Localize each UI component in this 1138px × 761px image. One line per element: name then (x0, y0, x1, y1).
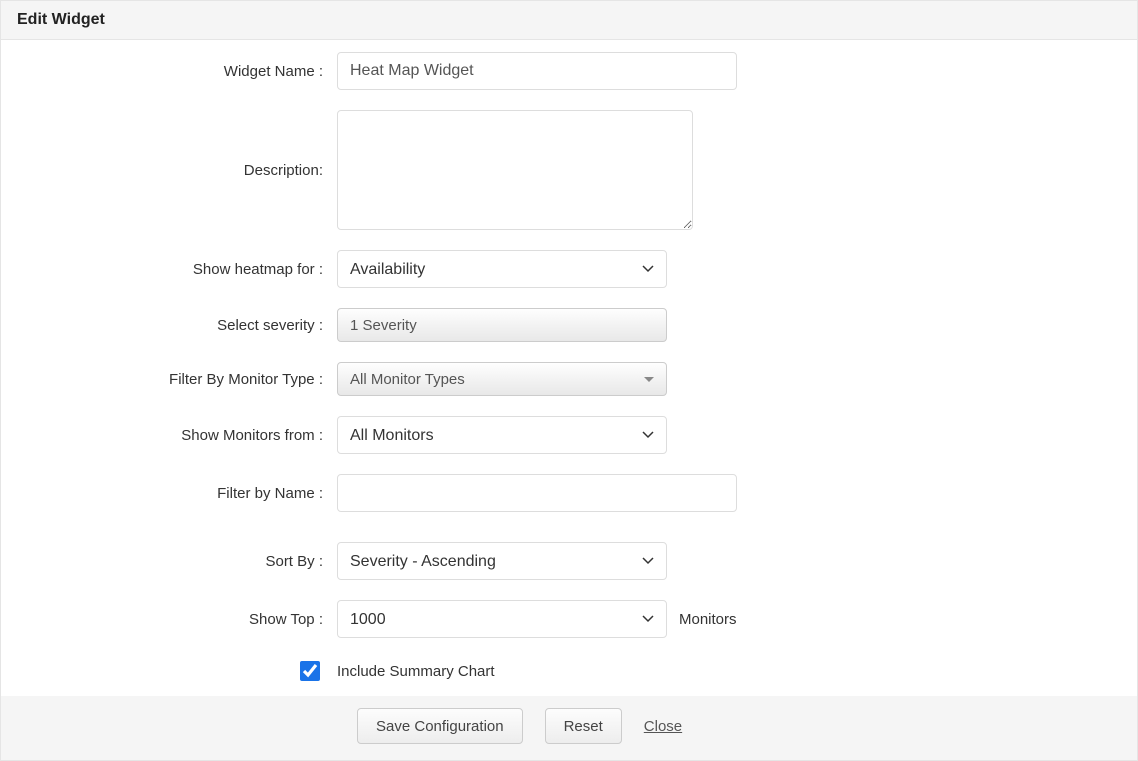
include-summary-chart-checkbox[interactable] (300, 661, 320, 681)
reset-button[interactable]: Reset (545, 708, 622, 744)
edit-widget-panel: Edit Widget Widget Name : Description: S… (0, 0, 1138, 761)
filter-by-name-input[interactable] (337, 474, 737, 512)
save-configuration-button[interactable]: Save Configuration (357, 708, 523, 744)
select-severity-label: Select severity : (17, 317, 337, 334)
select-severity-value: 1 Severity (350, 317, 417, 334)
row-description: Description: (17, 110, 1121, 230)
include-summary-chart-label: Include Summary Chart (337, 663, 495, 680)
sort-by-label: Sort By : (17, 553, 337, 570)
row-filter-by-name: Filter by Name : (17, 474, 1121, 512)
show-monitors-from-select[interactable]: All Monitors (337, 416, 667, 454)
row-show-heatmap-for: Show heatmap for : Availability (17, 250, 1121, 288)
panel-title: Edit Widget (17, 11, 105, 28)
filter-by-monitor-type-value: All Monitor Types (350, 371, 465, 388)
filter-by-name-label: Filter by Name : (17, 485, 337, 502)
sort-by-select[interactable]: Severity - Ascending (337, 542, 667, 580)
row-include-summary-chart: Include Summary Chart (17, 658, 1121, 684)
show-top-label: Show Top : (17, 611, 337, 628)
show-top-suffix: Monitors (679, 611, 737, 628)
filter-by-monitor-type-multiselect[interactable]: All Monitor Types (337, 362, 667, 396)
description-textarea[interactable] (337, 110, 693, 230)
panel-footer: Save Configuration Reset Close (1, 696, 1137, 760)
show-heatmap-for-select[interactable]: Availability (337, 250, 667, 288)
description-label: Description: (17, 162, 337, 179)
row-widget-name: Widget Name : (17, 52, 1121, 90)
show-monitors-from-label: Show Monitors from : (17, 427, 337, 444)
row-select-severity: Select severity : 1 Severity (17, 308, 1121, 342)
widget-name-input[interactable] (337, 52, 737, 90)
panel-header: Edit Widget (1, 1, 1137, 40)
row-show-monitors-from: Show Monitors from : All Monitors (17, 416, 1121, 454)
row-filter-by-monitor-type: Filter By Monitor Type : All Monitor Typ… (17, 362, 1121, 396)
filter-by-monitor-type-label: Filter By Monitor Type : (17, 371, 337, 388)
select-severity-multiselect[interactable]: 1 Severity (337, 308, 667, 342)
show-heatmap-for-label: Show heatmap for : (17, 261, 337, 278)
widget-name-label: Widget Name : (17, 63, 337, 80)
show-top-select[interactable]: 1000 (337, 600, 667, 638)
row-sort-by: Sort By : Severity - Ascending (17, 542, 1121, 580)
edit-widget-form: Widget Name : Description: Show heatmap … (1, 40, 1137, 684)
row-show-top: Show Top : 1000 Monitors (17, 600, 1121, 638)
